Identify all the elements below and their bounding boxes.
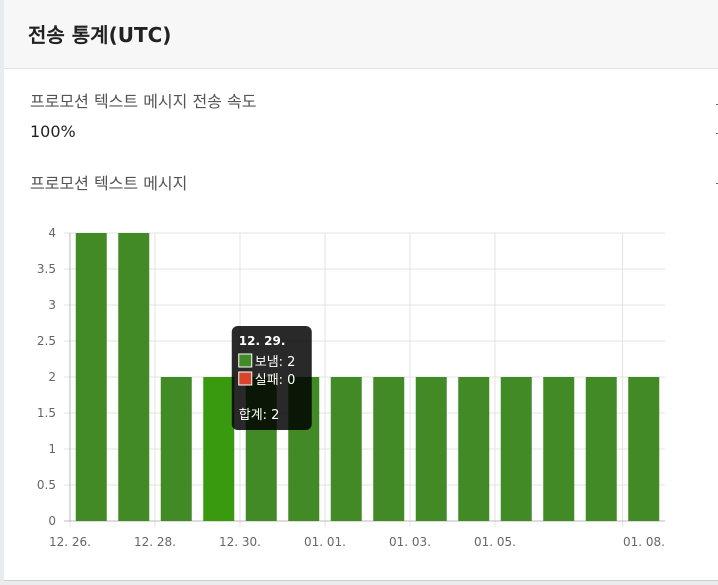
x-tick-label: 12. 26. xyxy=(49,535,91,549)
bar-sent xyxy=(415,377,447,521)
bar-sent xyxy=(75,233,107,521)
y-tick-label: 3 xyxy=(48,298,56,312)
message-bar-chart: 0 0.5 1 1.5 2 2.5 3 3.5 4 12. 26. 12. 28. 12. 30. 01… xyxy=(37,226,665,549)
bar-sent xyxy=(118,233,150,521)
tooltip-total: 합계: 2 xyxy=(239,408,280,423)
bar-sent xyxy=(160,377,192,521)
bar-sent xyxy=(585,377,617,521)
bar-sent xyxy=(628,377,660,521)
x-tick-label: 01. 01. xyxy=(304,535,346,549)
tooltip-line: 보냄: 2 xyxy=(255,355,296,370)
tooltip-swatch xyxy=(238,353,253,368)
tooltip-title: 12. 29. xyxy=(239,334,286,348)
y-tick-label: 1 xyxy=(48,442,56,456)
y-tick-label: 3.5 xyxy=(37,262,56,276)
y-tick-label: 2 xyxy=(48,370,56,384)
tooltip-swatch xyxy=(238,371,253,386)
bar-sent xyxy=(500,377,532,521)
tooltip-line: 실패: 0 xyxy=(255,373,296,388)
x-tick-label: 01. 05. xyxy=(474,535,516,549)
y-tick-label: 0 xyxy=(48,514,56,528)
x-tick-label: 12. 28. xyxy=(134,535,176,549)
y-tick-label: 1.5 xyxy=(37,406,56,420)
y-tick-label: 2.5 xyxy=(37,334,56,348)
bar-sent xyxy=(458,377,490,521)
bar-sent xyxy=(373,377,405,521)
y-tick-label: 4 xyxy=(48,226,56,240)
x-tick-label: 12. 30. xyxy=(219,535,261,549)
bar-sent xyxy=(203,377,235,521)
y-tick-label: 0.5 xyxy=(37,478,56,492)
bar-sent xyxy=(543,377,575,521)
x-tick-label: 01. 03. xyxy=(389,535,431,549)
bar-sent xyxy=(330,377,362,521)
x-tick-label: 01. 08. xyxy=(623,535,665,549)
